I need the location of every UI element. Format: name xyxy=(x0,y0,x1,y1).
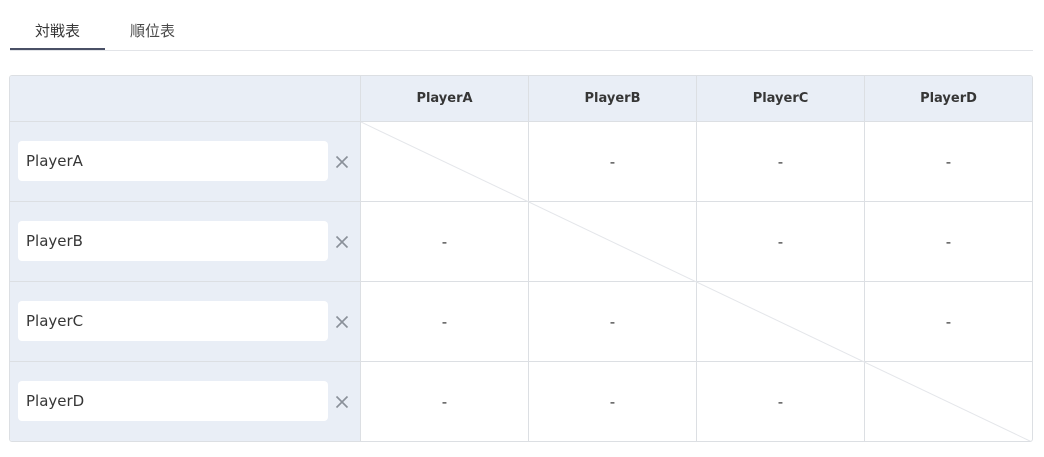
player-name-input[interactable] xyxy=(18,381,328,421)
player-name-input[interactable] xyxy=(18,221,328,261)
column-header-player-a: PlayerA xyxy=(361,76,529,122)
result-cell[interactable]: - xyxy=(529,282,697,362)
self-match-cell xyxy=(697,282,865,362)
column-header-player-c: PlayerC xyxy=(697,76,865,122)
row-header-player-d xyxy=(10,362,361,441)
close-icon[interactable] xyxy=(332,312,352,332)
tab-standings[interactable]: 順位表 xyxy=(105,14,200,50)
table-corner xyxy=(10,76,361,122)
result-cell[interactable]: - xyxy=(697,122,865,202)
close-icon[interactable] xyxy=(332,392,352,412)
result-cell[interactable]: - xyxy=(529,362,697,441)
row-header-player-b xyxy=(10,202,361,282)
result-cell[interactable]: - xyxy=(865,202,1032,282)
row-header-player-c xyxy=(10,282,361,362)
player-name-input[interactable] xyxy=(18,301,328,341)
result-cell[interactable]: - xyxy=(361,282,529,362)
tab-match-table[interactable]: 対戦表 xyxy=(10,14,105,50)
self-match-cell xyxy=(529,202,697,282)
column-header-player-d: PlayerD xyxy=(865,76,1032,122)
row-header-player-a xyxy=(10,122,361,202)
result-cell[interactable]: - xyxy=(865,282,1032,362)
close-icon[interactable] xyxy=(332,152,352,172)
self-match-cell xyxy=(361,122,529,202)
match-table: PlayerA PlayerB PlayerC PlayerD - - - - … xyxy=(9,75,1033,442)
result-cell[interactable]: - xyxy=(697,202,865,282)
close-icon[interactable] xyxy=(332,232,352,252)
tab-bar: 対戦表 順位表 xyxy=(10,14,1033,51)
result-cell[interactable]: - xyxy=(697,362,865,441)
player-name-input[interactable] xyxy=(18,141,328,181)
self-match-cell xyxy=(865,362,1032,441)
result-cell[interactable]: - xyxy=(529,122,697,202)
column-header-player-b: PlayerB xyxy=(529,76,697,122)
result-cell[interactable]: - xyxy=(361,202,529,282)
result-cell[interactable]: - xyxy=(865,122,1032,202)
result-cell[interactable]: - xyxy=(361,362,529,441)
